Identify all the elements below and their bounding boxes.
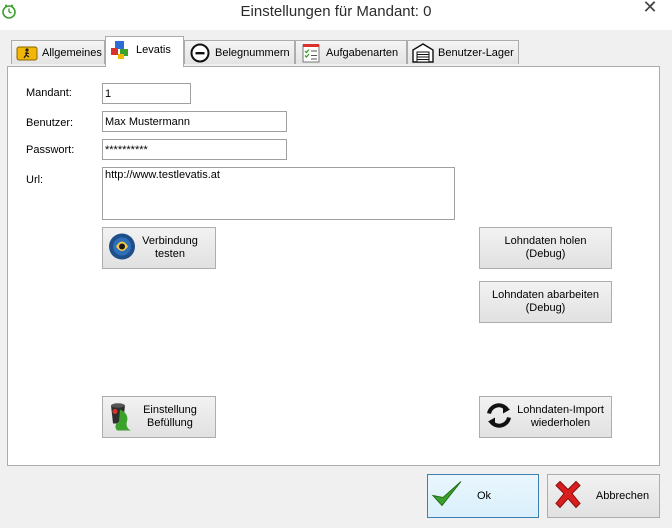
tab-label: Allgemeines xyxy=(42,46,102,59)
tab-levatis[interactable]: Levatis xyxy=(105,36,184,67)
button-label: Lohndaten abarbeiten (Debug) xyxy=(491,289,600,314)
checklist-icon xyxy=(300,43,322,63)
tab-benutzer-lager[interactable]: Benutzer-Lager xyxy=(407,40,519,64)
tab-strip: Allgemeines Levatis Belegnummern Aufgabe… xyxy=(0,36,672,67)
button-label: Ok xyxy=(476,489,492,502)
running-man-sign-icon xyxy=(16,43,38,63)
levatis-tab-panel: Mandant: Benutzer: Passwort: Url: http:/… xyxy=(7,66,660,466)
button-label: Einstellung Befüllung xyxy=(143,404,197,429)
warehouse-icon xyxy=(412,42,434,63)
ok-button[interactable]: Ok xyxy=(427,474,539,518)
cancel-x-icon xyxy=(552,479,584,514)
window-title: Einstellungen für Mandant: 0 xyxy=(240,3,432,20)
verbindung-testen-button[interactable]: Verbindung testen xyxy=(102,227,216,269)
close-button[interactable]: ✕ xyxy=(640,0,660,18)
url-label: Url: xyxy=(26,174,44,186)
connection-test-icon xyxy=(107,232,137,265)
tab-allgemeines[interactable]: Allgemeines xyxy=(11,40,105,64)
mandant-input[interactable] xyxy=(102,83,191,104)
minus-circle-icon xyxy=(189,43,211,63)
mandant-label: Mandant: xyxy=(26,87,72,99)
button-label: Abbrechen xyxy=(595,489,650,502)
tab-aufgabenarten[interactable]: Aufgabenarten xyxy=(295,40,407,64)
benutzer-input[interactable] xyxy=(102,111,287,132)
button-label: Lohndaten holen (Debug) xyxy=(504,235,587,260)
checkmark-icon xyxy=(430,479,464,514)
tab-label: Benutzer-Lager xyxy=(438,46,514,59)
tab-belegnummern[interactable]: Belegnummern xyxy=(184,40,295,64)
tab-label: Belegnummern xyxy=(215,46,290,59)
lohndaten-abarbeiten-button[interactable]: Lohndaten abarbeiten (Debug) xyxy=(479,281,612,323)
title-bar: Einstellungen für Mandant: 0 ✕ xyxy=(0,0,672,30)
lohndaten-import-wiederholen-button[interactable]: Lohndaten-Import wiederholen xyxy=(479,396,612,438)
benutzer-label: Benutzer: xyxy=(26,117,74,129)
passwort-label: Passwort: xyxy=(26,144,75,156)
tab-label: Levatis xyxy=(136,44,171,56)
url-input[interactable]: http://www.testlevatis.at xyxy=(102,167,455,220)
puzzle-pieces-icon xyxy=(110,40,132,60)
abbrechen-button[interactable]: Abbrechen xyxy=(547,474,660,518)
button-label: Lohndaten-Import wiederholen xyxy=(517,404,604,429)
button-label: Verbindung testen xyxy=(142,235,198,260)
paint-bucket-icon xyxy=(107,400,137,435)
passwort-input[interactable] xyxy=(102,139,287,160)
einstellung-befuellung-button[interactable]: Einstellung Befüllung xyxy=(102,396,216,438)
tab-label: Aufgabenarten xyxy=(326,46,399,59)
refresh-arrows-icon xyxy=(484,401,514,434)
lohndaten-holen-button[interactable]: Lohndaten holen (Debug) xyxy=(479,227,612,269)
